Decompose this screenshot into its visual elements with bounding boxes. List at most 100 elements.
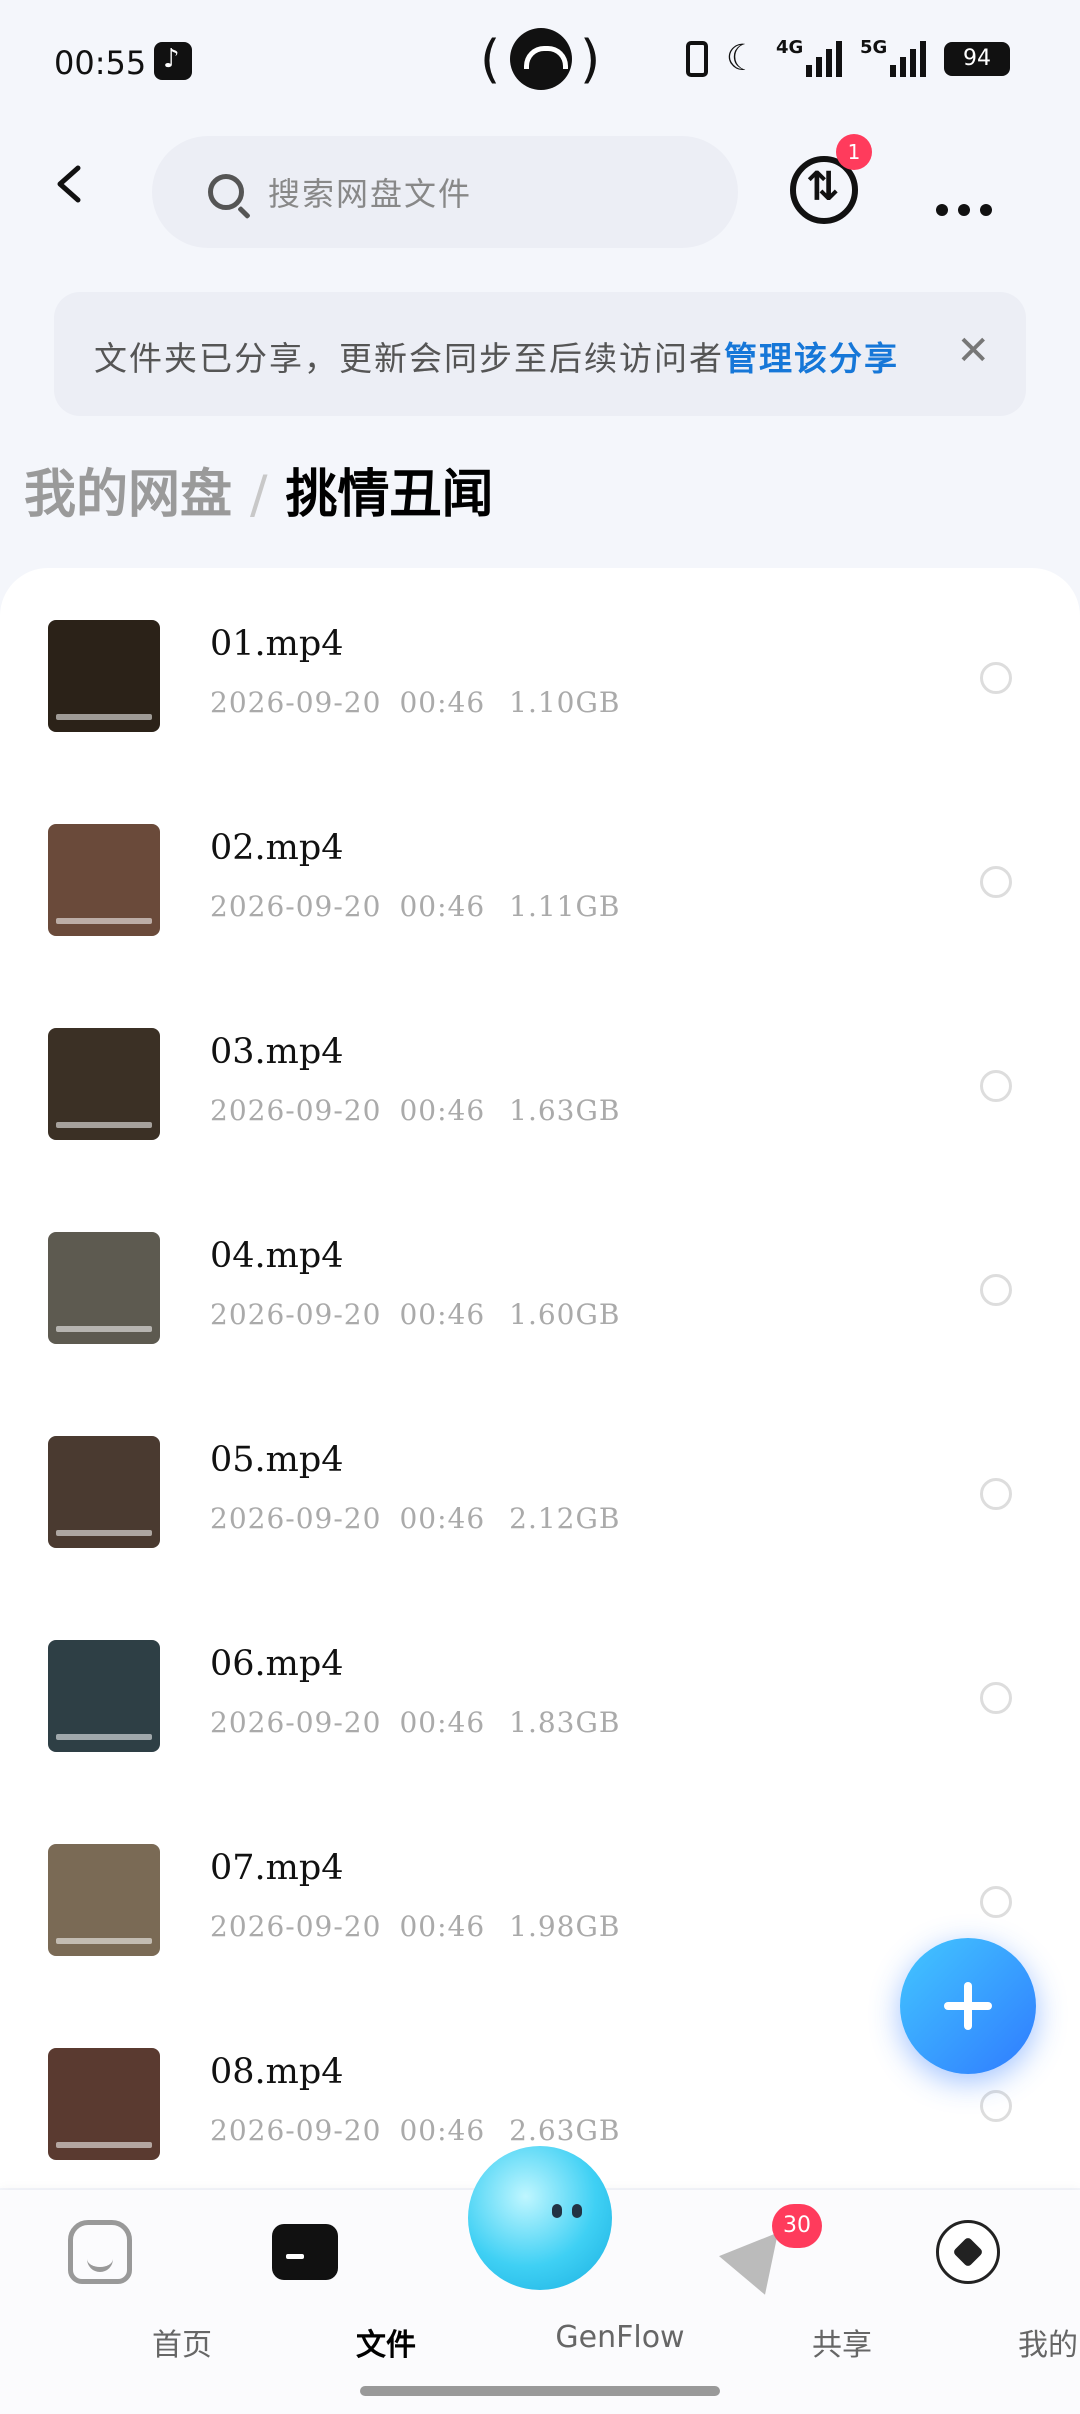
select-radio[interactable] — [980, 1886, 1012, 1918]
file-name: 06.mp4 — [210, 1644, 344, 1684]
signal-4g-icon: 4G — [776, 37, 842, 77]
manage-share-link[interactable]: 管理该分享 — [724, 339, 899, 378]
video-thumbnail — [48, 1844, 160, 1956]
file-row[interactable]: 02.mp4 2026-09-20 00:46 1.11GB — [0, 772, 1080, 976]
file-date: 2026-09-20 — [210, 1706, 382, 1739]
select-radio[interactable] — [980, 2090, 1012, 2122]
more-options-icon[interactable] — [936, 180, 1002, 226]
paren-right-icon: ) — [580, 30, 601, 90]
file-name: 03.mp4 — [210, 1032, 344, 1072]
add-button[interactable] — [900, 1938, 1036, 2074]
breadcrumb-current: 挑情丑闻 — [285, 465, 494, 525]
file-size: 1.83GB — [509, 1706, 621, 1739]
file-name: 08.mp4 — [210, 2052, 344, 2092]
select-radio[interactable] — [980, 1070, 1012, 1102]
top-bar: 搜索网盘文件 1 — [0, 130, 1080, 250]
battery-indicator: 94 — [944, 41, 1010, 76]
file-name: 07.mp4 — [210, 1848, 344, 1888]
status-bar: 00:55 ( ) ☾ 4G 5G 94 — [0, 0, 1080, 120]
status-time: 00:55 — [54, 44, 147, 82]
file-meta: 2026-09-20 00:46 1.11GB — [210, 890, 620, 923]
file-row[interactable]: 04.mp4 2026-09-20 00:46 1.60GB — [0, 1180, 1080, 1384]
share-badge: 30 — [772, 2204, 822, 2248]
video-thumbnail — [48, 824, 160, 936]
video-thumbnail — [48, 2048, 160, 2160]
back-arrow-icon[interactable] — [50, 164, 90, 204]
file-date: 2026-09-20 — [210, 1298, 382, 1331]
file-row[interactable]: 05.mp4 2026-09-20 00:46 2.12GB — [0, 1384, 1080, 1588]
file-size: 1.11GB — [509, 890, 621, 923]
select-radio[interactable] — [980, 662, 1012, 694]
home-icon — [68, 2220, 132, 2284]
file-size: 2.63GB — [509, 2114, 621, 2147]
tab-home-label: 首页 — [152, 2328, 212, 2363]
file-time: 00:46 — [399, 1298, 486, 1331]
file-time: 00:46 — [399, 686, 486, 719]
search-icon — [208, 174, 244, 210]
video-thumbnail — [48, 620, 160, 732]
tab-me-label: 我的 — [1018, 2328, 1078, 2363]
select-radio[interactable] — [980, 1274, 1012, 1306]
transfer-badge: 1 — [836, 134, 872, 170]
file-size: 2.12GB — [509, 1502, 621, 1535]
status-icons: ☾ 4G 5G 94 — [685, 37, 1010, 79]
file-meta: 2026-09-20 00:46 2.63GB — [210, 2114, 620, 2147]
file-time: 00:46 — [399, 2114, 486, 2147]
signal-5g-icon: 5G — [860, 37, 926, 77]
home-indicator[interactable] — [360, 2386, 720, 2396]
video-thumbnail — [48, 1640, 160, 1752]
tiktok-icon — [154, 42, 192, 80]
close-icon[interactable]: ✕ — [956, 328, 990, 374]
video-thumbnail — [48, 1028, 160, 1140]
file-name: 04.mp4 — [210, 1236, 344, 1276]
avatar-soccer-ball-icon — [936, 2220, 1000, 2284]
breadcrumb-root[interactable]: 我的网盘 — [24, 465, 232, 525]
file-row[interactable]: 06.mp4 2026-09-20 00:46 1.83GB — [0, 1588, 1080, 1792]
file-meta: 2026-09-20 00:46 1.98GB — [210, 1910, 620, 1943]
file-list: 01.mp4 2026-09-20 00:46 1.10GB 02.mp4 2026… — [0, 568, 1080, 2188]
notice-message: 文件夹已分享，更新会同步至后续访问者 — [94, 339, 724, 378]
file-meta: 2026-09-20 00:46 2.12GB — [210, 1502, 620, 1535]
file-name: 02.mp4 — [210, 828, 344, 868]
tab-genflow-label: GenFlow — [555, 2320, 685, 2355]
share-notice-banner: 文件夹已分享，更新会同步至后续访问者管理该分享 ✕ — [54, 292, 1026, 416]
tab-share-label: 共享 — [812, 2328, 872, 2363]
network-4g-label: 4G — [776, 36, 804, 58]
select-radio[interactable] — [980, 866, 1012, 898]
tab-files-label: 文件 — [356, 2328, 416, 2363]
select-radio[interactable] — [980, 1682, 1012, 1714]
vibrate-icon — [685, 40, 708, 77]
video-thumbnail — [48, 1436, 160, 1548]
file-time: 00:46 — [399, 1706, 486, 1739]
moon-icon: ☾ — [725, 38, 758, 79]
file-time: 00:46 — [399, 890, 486, 923]
file-date: 2026-09-20 — [210, 890, 382, 923]
select-radio[interactable] — [980, 1478, 1012, 1510]
file-size: 1.60GB — [509, 1298, 621, 1331]
paren-left-icon: ( — [480, 30, 501, 90]
file-meta: 2026-09-20 00:46 1.60GB — [210, 1298, 620, 1331]
file-date: 2026-09-20 — [210, 1910, 382, 1943]
breadcrumb-separator: / — [250, 465, 268, 525]
file-time: 00:46 — [399, 1094, 486, 1127]
bottom-tab-bar: 首页 文件 GenFlow 30 共享 我的 — [0, 2146, 1080, 2414]
share-notice-text: 文件夹已分享，更新会同步至后续访问者管理该分享 — [94, 332, 899, 380]
file-date: 2026-09-20 — [210, 686, 382, 719]
file-date: 2026-09-20 — [210, 1502, 382, 1535]
breadcrumb: 我的网盘 / 挑情丑闻 — [24, 452, 494, 527]
search-placeholder: 搜索网盘文件 — [268, 175, 473, 213]
hotspot-icon — [510, 28, 572, 90]
file-meta: 2026-09-20 00:46 1.10GB — [210, 686, 620, 719]
file-name: 01.mp4 — [210, 624, 344, 664]
file-row[interactable]: 03.mp4 2026-09-20 00:46 1.63GB — [0, 976, 1080, 1180]
hotspot-indicator: ( ) — [480, 28, 600, 94]
genflow-mascot-icon[interactable] — [468, 2146, 612, 2290]
file-size: 1.10GB — [509, 686, 621, 719]
video-thumbnail — [48, 1232, 160, 1344]
file-time: 00:46 — [399, 1910, 486, 1943]
file-meta: 2026-09-20 00:46 1.63GB — [210, 1094, 620, 1127]
file-row[interactable]: 01.mp4 2026-09-20 00:46 1.10GB — [0, 568, 1080, 772]
file-meta: 2026-09-20 00:46 1.83GB — [210, 1706, 620, 1739]
search-input[interactable]: 搜索网盘文件 — [152, 136, 738, 248]
network-5g-label: 5G — [860, 36, 888, 58]
